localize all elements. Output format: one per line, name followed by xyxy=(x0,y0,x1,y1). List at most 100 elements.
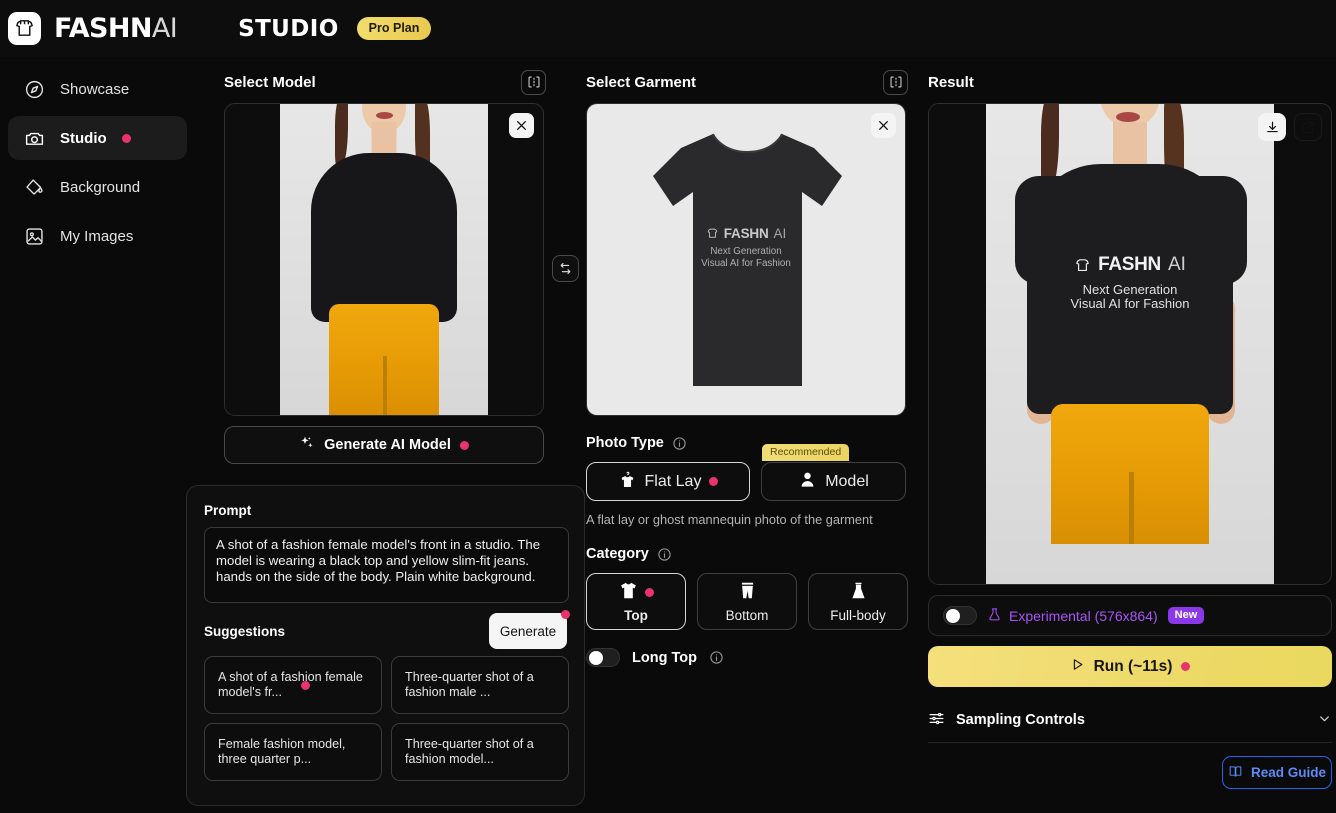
suggestion-text-3: Female fashion model, three quarter p... xyxy=(218,736,346,767)
brand-bold: FASHN xyxy=(54,13,152,44)
category-option-top[interactable]: Top xyxy=(586,573,686,630)
sidebar-item-my-images[interactable]: My Images xyxy=(8,214,187,258)
sampling-controls-row[interactable]: Sampling Controls xyxy=(928,698,1332,742)
chevron-down-icon[interactable] xyxy=(1317,711,1332,730)
suggestion-dot-1 xyxy=(301,681,310,690)
photo-type-label: Photo Type xyxy=(586,435,664,451)
sidebar-label-showcase: Showcase xyxy=(60,80,130,98)
result-print-line2: Visual AI for Fashion xyxy=(1070,296,1190,311)
suggestion-item-2[interactable]: Three-quarter shot of a fashion male ... xyxy=(391,656,569,714)
experimental-bar[interactable]: Experimental (576x864) New xyxy=(928,595,1332,636)
sparkles-icon xyxy=(299,435,315,455)
generate-ai-model-button[interactable]: Generate AI Model xyxy=(224,426,544,464)
sidebar-item-background[interactable]: Background xyxy=(8,165,187,209)
garment-photo: FASHN AI Next Generation Visual AI for Fa… xyxy=(587,104,905,415)
read-guide-button[interactable]: Read Guide xyxy=(1222,756,1332,789)
play-icon xyxy=(1070,657,1085,677)
book-icon xyxy=(1228,764,1243,782)
run-button[interactable]: Run (~11s) xyxy=(928,646,1332,687)
photo-type-option-flat-lay[interactable]: Flat Lay xyxy=(586,462,750,501)
category-section-title: Category xyxy=(586,546,908,562)
flask-icon xyxy=(987,607,1002,625)
result-print-brand-thin: AI xyxy=(1167,254,1186,275)
close-icon[interactable] xyxy=(509,113,534,138)
sidebar-label-studio: Studio xyxy=(60,129,107,147)
recommended-tag: Recommended xyxy=(762,444,850,461)
sidebar-item-showcase[interactable]: Showcase xyxy=(8,67,187,111)
result-panel-header: Result xyxy=(928,70,1334,94)
brand-thin: AI xyxy=(151,13,178,44)
shorts-icon xyxy=(737,581,758,605)
sidebar-item-studio[interactable]: Studio xyxy=(8,116,187,160)
result-column: Result FASHN AI Next Generation Visual A… xyxy=(928,70,1336,789)
long-top-label: Long Top xyxy=(632,649,697,666)
result-actions xyxy=(1258,113,1322,141)
result-print-line1: Next Generation xyxy=(1082,282,1178,297)
close-icon[interactable] xyxy=(871,113,896,138)
person-icon xyxy=(798,470,817,494)
generate-prompt-dot xyxy=(561,610,570,619)
category-top-label: Top xyxy=(624,607,648,623)
garment-print-logo: FASHN AI xyxy=(587,226,905,241)
external-link-icon[interactable] xyxy=(1294,113,1322,141)
studio-status-dot xyxy=(121,133,131,143)
app-root: FASHNAI STUDIO Pro Plan Showcase Studio xyxy=(0,0,1336,813)
sidebar-label-background: Background xyxy=(60,178,141,196)
result-panel-title: Result xyxy=(928,73,974,91)
download-icon[interactable] xyxy=(1258,113,1286,141)
generate-prompt-button[interactable]: Generate xyxy=(489,610,570,649)
sidebar: Showcase Studio Background My Images xyxy=(0,57,195,813)
prompt-input[interactable] xyxy=(204,527,569,603)
sampling-controls-label: Sampling Controls xyxy=(956,712,1085,728)
suggestions-grid: A shot of a fashion female model's fr...… xyxy=(204,656,569,781)
info-icon[interactable] xyxy=(672,436,687,451)
result-photo: FASHN AI Next Generation Visual AI for Fa… xyxy=(929,104,1331,584)
read-guide-row: Read Guide xyxy=(928,756,1332,789)
category-full-body-label: Full-body xyxy=(830,607,886,623)
experimental-toggle[interactable] xyxy=(943,606,977,625)
garment-panel-title: Select Garment xyxy=(586,73,697,91)
photo-type-option-model[interactable]: Recommended Model xyxy=(761,444,906,501)
suggestion-item-3[interactable]: Female fashion model, three quarter p... xyxy=(204,723,382,781)
plan-badge[interactable]: Pro Plan xyxy=(356,17,432,40)
suggestion-item-1[interactable]: A shot of a fashion female model's fr... xyxy=(204,656,382,714)
suggestion-text-1: A shot of a fashion female model's fr... xyxy=(218,669,363,700)
category-option-full-body[interactable]: Full-body xyxy=(808,573,908,630)
top-bar: FASHNAI STUDIO Pro Plan xyxy=(0,0,1336,57)
sidebar-label-my-images: My Images xyxy=(60,227,134,245)
crop-frame-icon[interactable] xyxy=(521,69,546,95)
result-print-brand-bold: FASHN xyxy=(1098,254,1161,275)
category-label: Category xyxy=(586,546,649,562)
suggestion-item-4[interactable]: Three-quarter shot of a fashion model... xyxy=(391,723,569,781)
suggestions-label: Suggestions xyxy=(204,624,286,639)
prompt-panel: Prompt Generate Suggestions A shot of a … xyxy=(186,485,585,806)
run-button-label: Run (~11s) xyxy=(1093,657,1173,675)
tshirt-icon xyxy=(618,581,639,605)
suggestion-text-4: Three-quarter shot of a fashion model... xyxy=(405,736,534,767)
crop-frame-icon[interactable] xyxy=(883,69,908,95)
suggestion-text-2: Three-quarter shot of a fashion male ... xyxy=(405,669,534,700)
photo-type-flat-lay-label: Flat Lay xyxy=(644,472,702,490)
swap-arrows-icon[interactable] xyxy=(552,255,579,282)
photo-type-section-title: Photo Type xyxy=(586,435,908,451)
dress-icon xyxy=(848,581,869,605)
info-icon[interactable] xyxy=(709,650,724,665)
model-image-card[interactable] xyxy=(224,103,544,416)
generate-ai-model-dot xyxy=(459,440,469,450)
garment-image-card[interactable]: FASHN AI Next Generation Visual AI for Fa… xyxy=(586,103,906,416)
compass-icon xyxy=(24,79,45,100)
info-icon[interactable] xyxy=(657,547,672,562)
garment-print-line2: Visual AI for Fashion xyxy=(701,258,791,269)
category-option-bottom[interactable]: Bottom xyxy=(697,573,797,630)
shirt-logo-icon[interactable] xyxy=(8,12,41,45)
experimental-label-group: Experimental (576x864) xyxy=(987,607,1158,625)
sliders-icon xyxy=(928,710,945,731)
long-top-row: Long Top xyxy=(586,648,908,667)
divider xyxy=(928,742,1332,743)
camera-icon xyxy=(24,128,45,149)
long-top-toggle[interactable] xyxy=(586,648,620,667)
category-top-icon-row xyxy=(618,581,654,605)
result-image-card[interactable]: FASHN AI Next Generation Visual AI for Fa… xyxy=(928,103,1332,585)
generate-row: Generate Suggestions xyxy=(204,608,570,650)
result-print-logo: FASHN AI xyxy=(929,254,1331,276)
